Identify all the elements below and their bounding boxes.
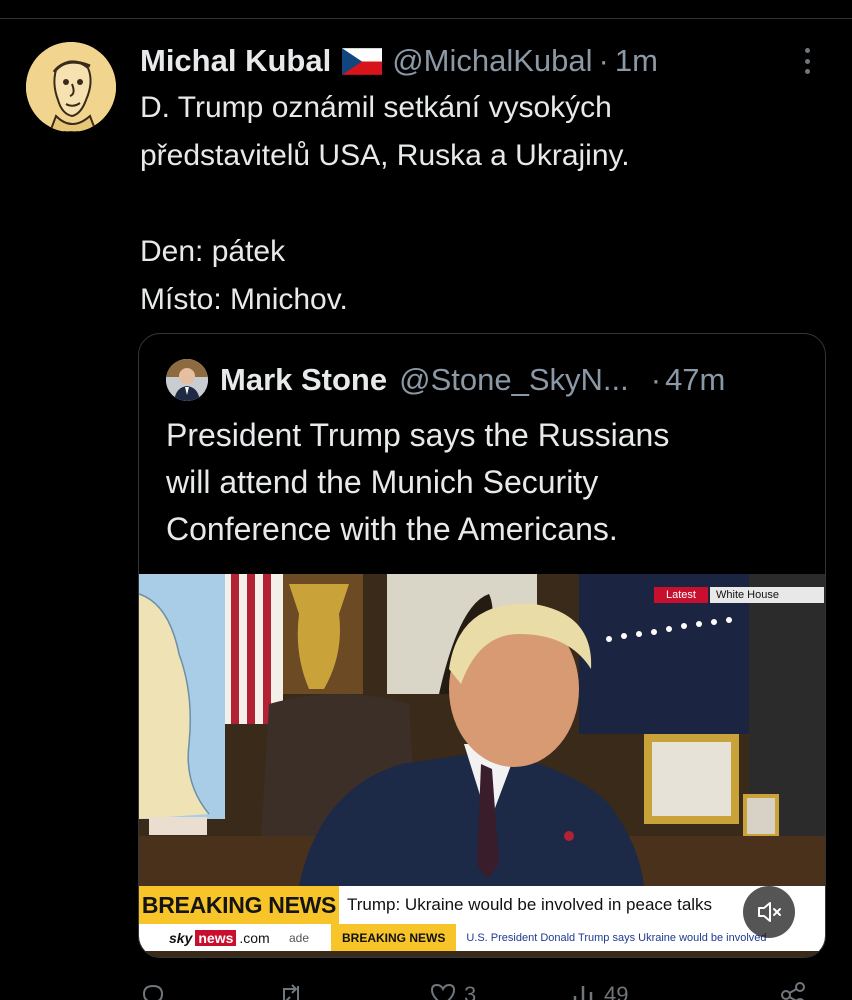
sky-news-logo: sky news .com [139,929,279,946]
quote-line: Conference with the Americans. [166,511,618,547]
mute-icon[interactable] [743,886,795,938]
tweet-line: D. Trump oznámil setkání vysokých [140,91,612,124]
ticker-text: U.S. President Donald Trump says Ukraine… [466,931,767,944]
views-button[interactable]: 49 [568,980,628,1000]
repost-button[interactable] [276,980,306,1000]
quote-author-name[interactable]: Mark Stone [220,362,387,398]
quote-line: President Trump says the Russians [166,417,670,453]
quote-avatar[interactable] [166,359,208,401]
tweet-line: představitelů USA, Ruska a Ukrajiny. [140,139,630,172]
quote-time[interactable]: 47m [665,362,725,398]
top-divider [0,18,852,19]
video-player[interactable]: Latest White House BREAKING NEWS Trump: … [139,574,825,957]
tweet-text: D. Trump oznámil setkání vysokých předst… [140,84,800,324]
tweet-line: Den: pátek [140,235,286,268]
breaking-news-banner: BREAKING NEWS Trump: Ukraine would be in… [139,886,825,924]
post-time[interactable]: 1m [615,43,658,79]
heart-icon [430,983,456,1000]
share-icon [781,982,805,1000]
author-name[interactable]: Michal Kubal [140,43,331,79]
tag-latest: Latest [654,587,708,603]
quote-header: Mark Stone @Stone_SkyN... · 47m [166,358,725,402]
tag-location: White House [710,587,824,603]
like-button[interactable]: 3 [428,980,476,1000]
like-count: 3 [464,982,477,1000]
quote-line: will attend the Munich Security [166,464,599,500]
share-button[interactable] [778,980,808,1000]
breaking-news-label: BREAKING NEWS [139,886,339,924]
com-logo-text: .com [239,929,270,946]
avatar-caricature [26,42,116,132]
ticker-fragment: ade [289,930,310,945]
tweet-header: Michal Kubal @MichalKubal · 1m [140,42,658,80]
quoted-tweet-card[interactable]: Mark Stone @Stone_SkyN... · 47m Presiden… [138,333,826,958]
author-handle[interactable]: @MichalKubal [392,43,592,79]
quote-text: President Trump says the Russians will a… [166,412,806,553]
flag-cz-icon [342,47,383,75]
news-ticker: sky news .com ade BREAKING NEWS U.S. Pre… [139,924,825,951]
views-icon [573,986,593,1000]
ticker-breaking-label: BREAKING NEWS [331,924,457,951]
reply-button[interactable] [138,980,168,1000]
quote-header-separator: · [650,362,662,397]
sky-logo-text: sky [169,929,193,946]
tweet-line: Místo: Mnichov. [140,283,348,316]
views-count: 49 [604,982,629,1000]
quote-author-handle[interactable]: @Stone_SkyN... [399,362,629,398]
action-bar: 3 49 [138,980,818,1000]
reply-icon [142,984,164,1000]
more-vertical-icon[interactable] [792,44,822,78]
avatar[interactable] [26,42,116,132]
header-separator: · [598,43,609,78]
repost-icon [283,984,299,1000]
news-logo-text: news [195,929,237,946]
